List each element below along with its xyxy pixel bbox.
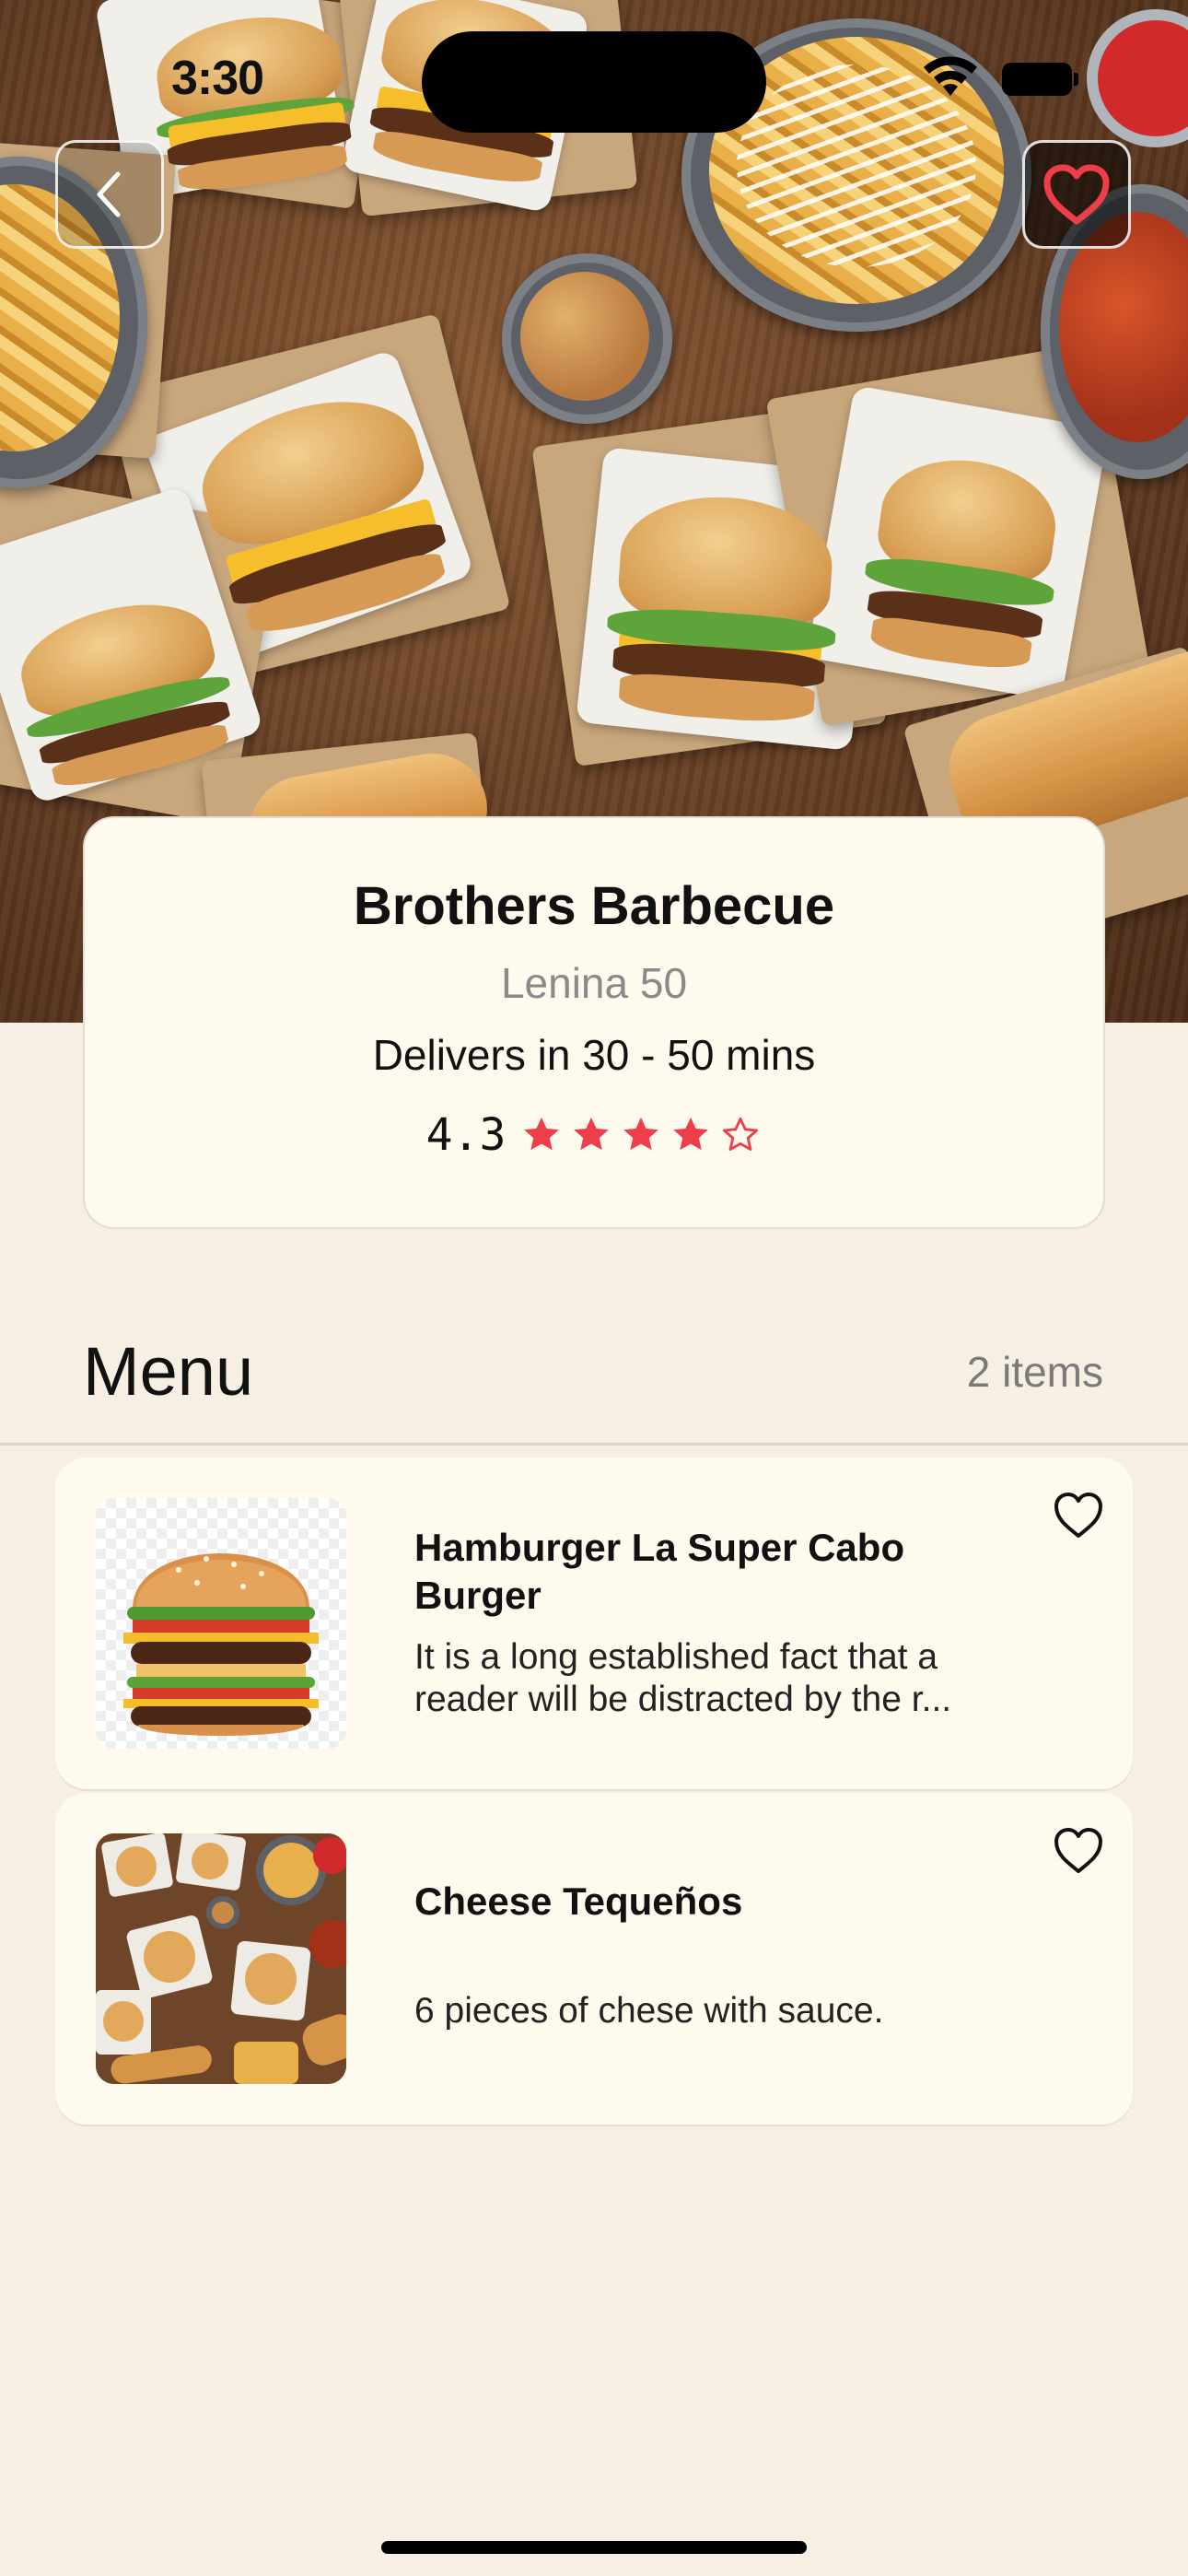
rating-row: 4.3 [85, 1109, 1103, 1161]
divider [0, 1443, 1188, 1446]
heart-outline-icon[interactable] [1052, 1491, 1105, 1540]
back-button[interactable] [55, 140, 164, 249]
heart-icon [1043, 164, 1110, 225]
wifi-icon [924, 56, 977, 96]
menu-item-count: 2 items [966, 1348, 1103, 1396]
star-filled-icon [673, 1117, 709, 1151]
star-filled-icon [623, 1117, 659, 1151]
dynamic-island [422, 31, 766, 133]
status-time: 3:30 [171, 52, 264, 105]
battery-icon [1002, 63, 1078, 96]
star-filled-icon [574, 1117, 610, 1151]
menu-item-name: Cheese Tequeños [414, 1879, 743, 1923]
menu-item-name: Hamburger La Super Cabo Burger [414, 1526, 905, 1617]
delivery-time: Delivers in 30 - 50 mins [372, 1031, 816, 1079]
restaurant-address: Lenina 50 [500, 959, 688, 1007]
menu-title: Menu [83, 1333, 254, 1410]
burger-image [96, 1498, 346, 1749]
restaurant-info-card: Brothers Barbecue Lenina 50 Delivers in … [83, 816, 1105, 1229]
menu-item-description: 6 pieces of chese with sauce. [414, 1991, 884, 2031]
food-spread-image [96, 1833, 346, 2084]
chevron-left-icon [97, 171, 121, 217]
restaurant-name: Brothers Barbecue [353, 876, 835, 936]
home-indicator[interactable] [381, 2541, 807, 2554]
star-outline-icon [723, 1117, 759, 1151]
star-filled-icon [524, 1117, 560, 1151]
heart-outline-icon[interactable] [1052, 1826, 1105, 1876]
menu-item-description: It is a long established fact that a rea… [414, 1637, 952, 1719]
menu-item-card[interactable]: Cheese Tequeños 6 pieces of chese with s… [55, 1793, 1133, 2125]
menu-item-card[interactable]: Hamburger La Super Cabo Burger It is a l… [55, 1458, 1133, 1789]
favorite-restaurant-button[interactable] [1022, 140, 1131, 249]
rating-value: 4.3 [425, 1109, 507, 1161]
